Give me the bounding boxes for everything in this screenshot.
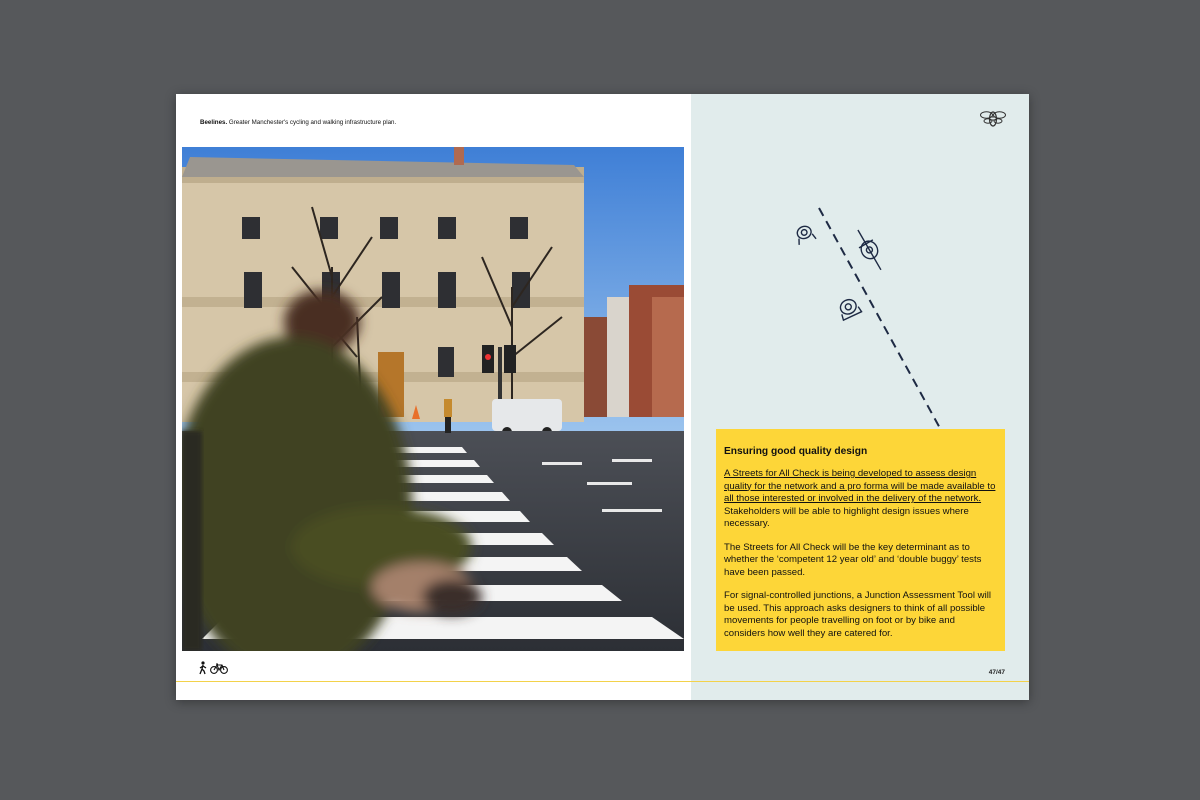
footer-rule <box>176 681 1029 682</box>
bee-icon <box>980 111 1006 127</box>
cyclist-icon <box>857 229 882 271</box>
pedestrian-icon <box>796 225 817 245</box>
street-crossing-photo <box>182 147 684 651</box>
callout-paragraph-1: A Streets for All Check is being develop… <box>724 468 997 531</box>
walking-person-icon <box>199 661 207 675</box>
callout-heading: Ensuring good quality design <box>724 446 868 457</box>
page-number: 47/47 <box>988 669 1005 676</box>
design-quality-callout: Ensuring good quality design A Streets f… <box>716 429 1005 651</box>
pedestrian-icon <box>839 298 863 322</box>
document-spread: Beelines. Greater Manchester's cycling a… <box>176 94 1029 700</box>
running-header: Beelines. Greater Manchester's cycling a… <box>200 119 396 126</box>
left-page: Beelines. Greater Manchester's cycling a… <box>176 94 691 700</box>
callout-paragraph-1-rest: Stakeholders will be able to highlight d… <box>724 505 969 530</box>
bicycle-icon <box>210 663 228 674</box>
right-page: Ensuring good quality design A Streets f… <box>691 94 1029 700</box>
callout-paragraph-2: The Streets for All Check will be the ke… <box>724 541 982 578</box>
footer-icons <box>198 660 228 676</box>
callout-paragraph-3: For signal-controlled junctions, a Junct… <box>724 590 991 639</box>
header-subtitle: Greater Manchester's cycling and walking… <box>228 119 397 126</box>
header-brand: Beelines. <box>200 119 228 126</box>
cyclists-pedestrians-illustration <box>796 207 942 431</box>
streets-for-all-link-text: A Streets for All Check is being develop… <box>724 468 996 504</box>
